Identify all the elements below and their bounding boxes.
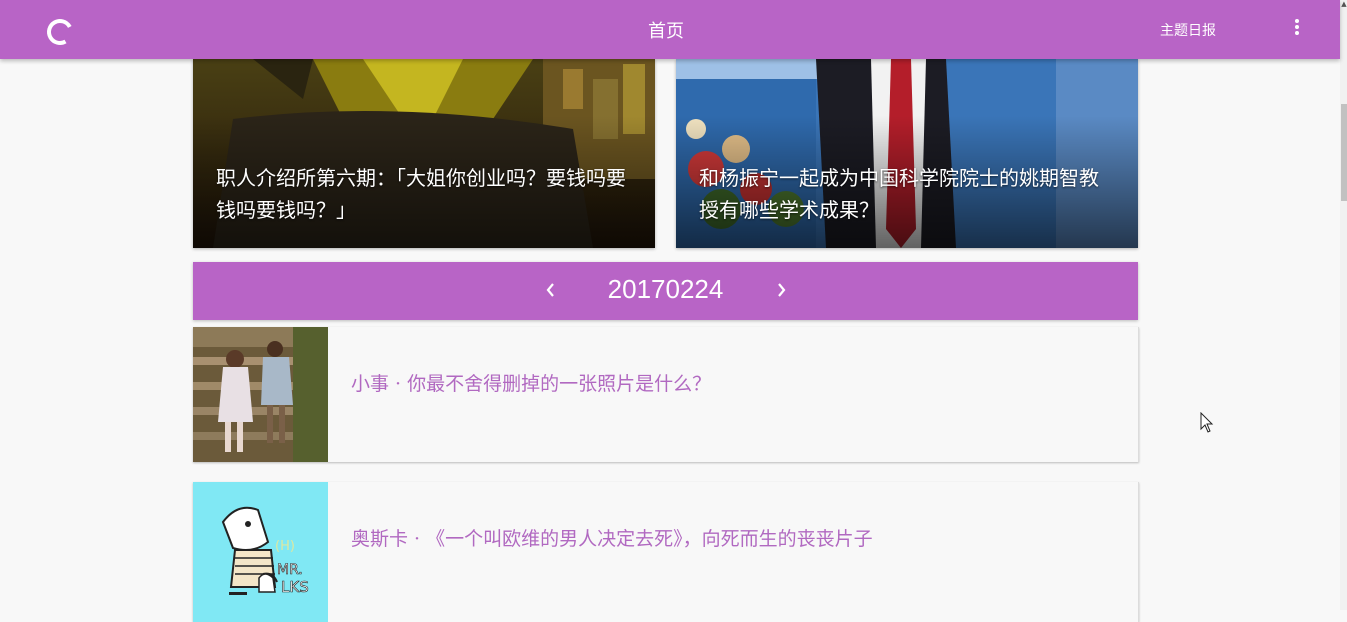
news-thumbnail [193, 327, 328, 462]
news-list-item[interactable]: 小事 · 你最不舍得删掉的一张照片是什么？ [193, 327, 1139, 462]
chevron-right-icon[interactable] [769, 278, 793, 302]
scrollbar-track[interactable] [1340, 0, 1347, 610]
scroll-up-arrow-icon[interactable]: ▲ [1341, 0, 1347, 8]
date-label: 20170224 [607, 274, 724, 304]
topic-daily-link[interactable]: 主题日报 [1160, 20, 1216, 40]
hero-card[interactable]: 职人介绍所第六期：「大姐你创业吗？要钱吗要钱吗要钱吗？」 [193, 59, 655, 248]
svg-text:LKS: LKS [281, 578, 309, 596]
hero-caption: 和杨振宁一起成为中国科学院院士的姚期智教授有哪些学术成果？ [699, 166, 1099, 222]
hero-card[interactable]: 和杨振宁一起成为中国科学院院士的姚期智教授有哪些学术成果？ [676, 59, 1138, 248]
news-list-item[interactable]: (H) MR. LKS 奥斯卡 · 《一个叫欧维的男人决定去死》，向死而生的丧丧… [193, 482, 1139, 622]
more-vertical-icon[interactable] [1287, 17, 1307, 41]
top-app-bar: 首页 主题日报 [0, 0, 1340, 59]
news-title[interactable]: 奥斯卡 · 《一个叫欧维的男人决定去死》，向死而生的丧丧片子 [351, 524, 873, 551]
hero-caption: 职人介绍所第六期：「大姐你创业吗？要钱吗要钱吗要钱吗？」 [216, 166, 626, 222]
news-title[interactable]: 小事 · 你最不舍得删掉的一张照片是什么？ [351, 369, 711, 396]
scrollbar-thumb[interactable] [1341, 104, 1347, 201]
date-navigation-bar: 20170224 [193, 262, 1138, 320]
mouse-cursor-icon [1200, 412, 1214, 433]
svg-text:(H): (H) [275, 539, 295, 554]
page-title: 首页 [648, 21, 684, 42]
news-thumbnail: (H) MR. LKS [193, 482, 328, 622]
svg-text:MR.: MR. [277, 562, 303, 578]
